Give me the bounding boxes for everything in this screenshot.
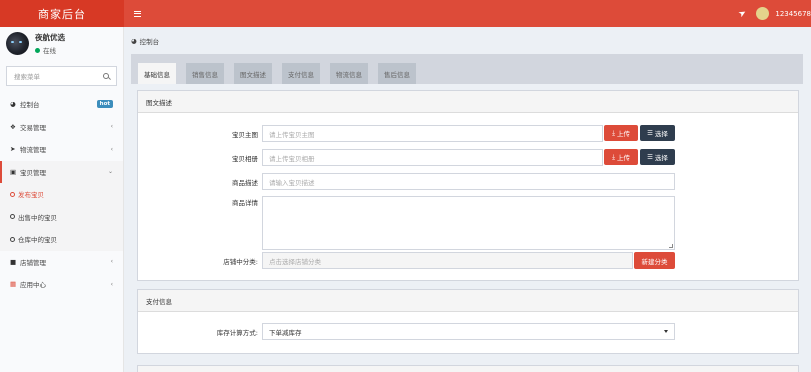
sidebar-item-label: 发布宝贝	[18, 191, 44, 200]
top-header: 商家后台 ➤ 12345678	[0, 0, 811, 27]
tab-basic[interactable]: 基础信息	[138, 63, 176, 84]
app-logo[interactable]: 商家后台	[0, 0, 124, 27]
sidebar-item-logistics[interactable]: ➤ 物流管理 ‹	[0, 138, 123, 161]
next-panel	[137, 365, 799, 372]
category-label: 店铺中分类:	[223, 258, 258, 266]
tab-sales[interactable]: 销售信息	[186, 63, 224, 84]
description-input[interactable]: 请输入宝贝描述	[262, 173, 675, 190]
new-category-button[interactable]: 新建分类	[634, 252, 675, 269]
stock-method-value: 下单减库存	[269, 328, 302, 337]
hot-badge: hot	[96, 100, 113, 109]
user-avatar	[6, 32, 29, 55]
breadcrumb-item[interactable]: 控制台	[140, 36, 160, 46]
tab-payment[interactable]: 支付信息	[282, 63, 320, 84]
circle-icon	[10, 214, 15, 220]
tab-bar: 基础信息 销售信息 图文描述 支付信息 物流信息 售后信息	[131, 54, 803, 84]
detail-label: 商品详情	[232, 199, 258, 207]
button-label: 上传	[616, 130, 630, 138]
header-user-name: 12345678	[775, 9, 811, 18]
sidebar-item-label: 仓库中的宝贝	[18, 236, 57, 245]
payment-panel: 支付信息 库存计算方式: 下单减库存	[137, 289, 799, 354]
chevron-left-icon: ‹	[110, 258, 113, 266]
stock-label: 库存计算方式:	[216, 329, 258, 337]
user-menu[interactable]: 12345678	[756, 7, 811, 20]
tab-description[interactable]: 图文描述	[234, 63, 272, 84]
send-icon: ➤	[10, 145, 16, 154]
online-dot-icon	[35, 47, 40, 53]
caret-down-icon	[664, 330, 668, 333]
sidebar-item-trade[interactable]: ❖ 交易管理 ‹	[0, 116, 123, 139]
paper-plane-icon[interactable]: ➤	[737, 7, 749, 19]
sidebar-item-label: 应用中心	[20, 281, 46, 290]
panel-title	[138, 366, 798, 372]
sidebar-item-products[interactable]: ▣ 宝贝管理 ⌄	[0, 160, 123, 183]
sidebar-item-dashboard[interactable]: ◕ 控制台 hot	[0, 93, 123, 116]
sidebar-item-label: 出售中的宝贝	[18, 213, 57, 222]
sidebar-item-label: 交易管理	[20, 123, 46, 132]
sidebar-toggle-button[interactable]	[128, 0, 146, 27]
dashboard-icon: ◕	[10, 100, 16, 109]
list-icon: ☰	[647, 129, 653, 137]
button-label: 选择	[654, 130, 668, 138]
category-input[interactable]: 点击选择店铺分类	[262, 252, 633, 269]
main-content: ◕ 控制台 基础信息 销售信息 图文描述 支付信息 物流信息 售后信息 图文描述…	[124, 27, 811, 372]
upload-icon: ⤓	[612, 128, 615, 137]
sidebar-item-label: 物流管理	[20, 146, 46, 155]
upload-gallery-button[interactable]: ⤓ 上传	[604, 149, 638, 165]
chevron-left-icon: ‹	[110, 280, 113, 288]
sidebar-item-apps[interactable]: ▦ 应用中心 ‹	[0, 273, 123, 296]
gallery-label: 宝贝相册	[232, 155, 258, 163]
chevron-left-icon: ‹	[110, 145, 113, 153]
main-image-input[interactable]: 请上传宝贝主图	[262, 125, 603, 142]
button-label: 选择	[654, 154, 668, 162]
detail-textarea[interactable]	[262, 196, 675, 250]
button-label: 上传	[616, 154, 630, 162]
briefcase-icon: ▣	[10, 167, 17, 176]
user-panel: 夜航优选 在线	[0, 27, 123, 60]
upload-main-image-button[interactable]: ⤓ 上传	[604, 125, 638, 141]
description-panel: 图文描述 宝贝主图 请上传宝贝主图 ⤓ 上传 ☰ 选择 宝贝相册 请上传宝贝相册 ⤓…	[137, 90, 799, 281]
circle-icon	[10, 191, 15, 197]
hamburger-icon	[133, 10, 141, 17]
sidebar-item-label: 控制台	[20, 101, 40, 110]
sidebar-search-input[interactable]: 搜索菜单	[6, 66, 117, 86]
list-icon: ☰	[647, 153, 653, 161]
sidebar-item-label: 店铺管理	[20, 258, 46, 267]
trade-icon: ❖	[10, 122, 16, 131]
apps-icon: ▦	[10, 280, 17, 289]
circle-icon	[10, 236, 15, 242]
sidebar: 夜航优选 在线 搜索菜单 ◕ 控制台 hot ❖ 交易管理 ‹ ➤ 物流管理 ‹…	[0, 27, 124, 372]
shop-icon: ■	[10, 257, 17, 266]
sidebar-item-publish[interactable]: 发布宝贝	[0, 183, 123, 206]
resize-handle-icon[interactable]	[669, 244, 673, 248]
tab-logistics[interactable]: 物流信息	[330, 63, 368, 84]
gallery-input[interactable]: 请上传宝贝相册	[262, 149, 603, 166]
panel-title: 图文描述	[138, 91, 798, 113]
dashboard-icon: ◕	[131, 37, 137, 45]
sidebar-submenu: 发布宝贝 出售中的宝贝 仓库中的宝贝	[0, 183, 123, 251]
upload-icon: ⤓	[612, 152, 615, 161]
main-image-label: 宝贝主图	[232, 131, 258, 139]
panel-title: 支付信息	[138, 290, 798, 312]
choose-gallery-button[interactable]: ☰ 选择	[640, 149, 675, 165]
chevron-left-icon: ‹	[110, 123, 113, 131]
avatar	[756, 7, 770, 20]
user-status-text: 在线	[43, 47, 56, 55]
search-placeholder: 搜索菜单	[14, 73, 40, 81]
stock-method-select[interactable]: 下单减库存	[262, 323, 675, 340]
user-name: 夜航优选	[35, 33, 65, 42]
sidebar-nav: ◕ 控制台 hot ❖ 交易管理 ‹ ➤ 物流管理 ‹ ▣ 宝贝管理 ⌄ 发布宝…	[0, 93, 123, 296]
sidebar-item-shop[interactable]: ■ 店铺管理 ‹	[0, 251, 123, 274]
description-label: 商品描述	[232, 179, 258, 187]
tab-after-sales[interactable]: 售后信息	[378, 63, 416, 84]
breadcrumb: ◕ 控制台	[131, 36, 159, 46]
search-icon[interactable]	[103, 73, 109, 79]
sidebar-item-on-sale[interactable]: 出售中的宝贝	[0, 206, 123, 229]
chevron-down-icon: ⌄	[107, 168, 113, 176]
user-status: 在线	[35, 45, 65, 55]
header-right: ➤ 12345678	[737, 0, 811, 27]
choose-main-image-button[interactable]: ☰ 选择	[640, 125, 675, 141]
sidebar-item-warehouse[interactable]: 仓库中的宝贝	[0, 228, 123, 251]
sidebar-item-label: 宝贝管理	[20, 168, 46, 177]
